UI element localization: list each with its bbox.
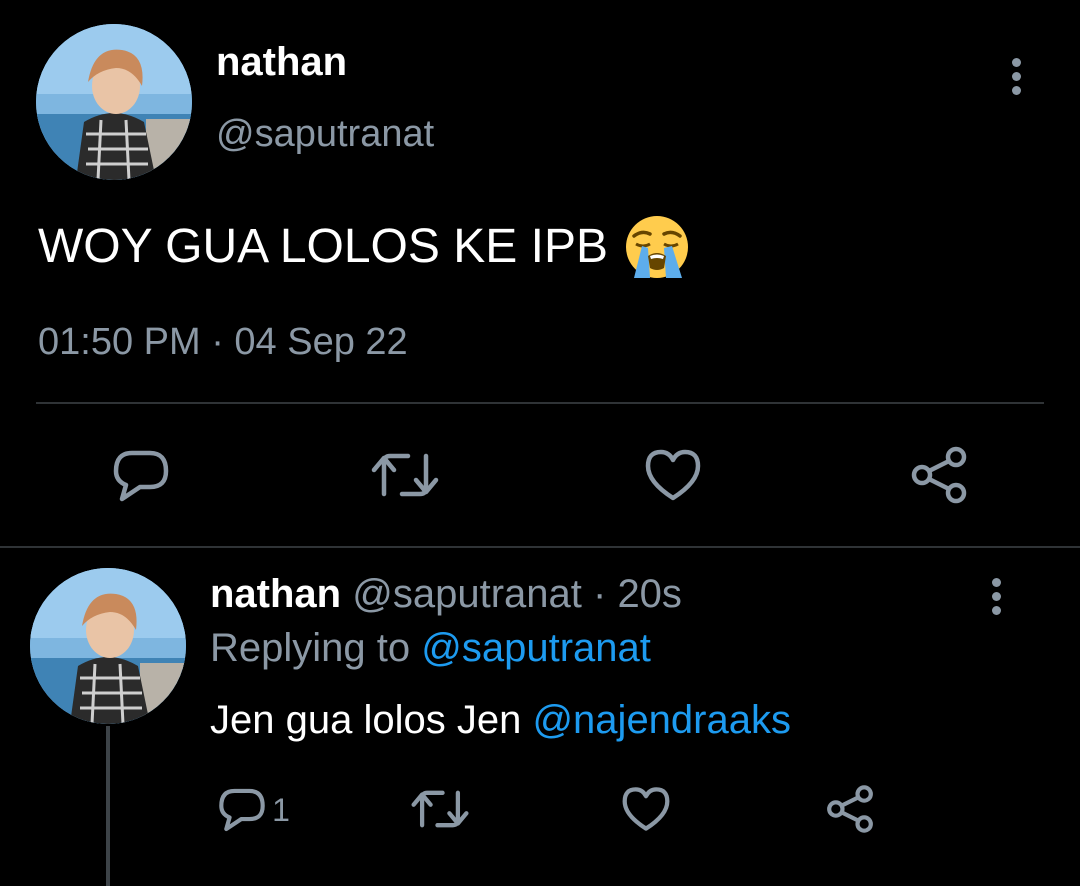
retweet-icon	[371, 453, 439, 497]
main-handle[interactable]: @saputranat	[216, 110, 434, 158]
retweet-icon	[411, 790, 469, 828]
reply-icon	[219, 788, 265, 832]
section-divider	[0, 546, 1080, 548]
replying-to-line: Replying to @saputranat	[210, 622, 651, 674]
share-icon	[827, 785, 873, 833]
reply-button[interactable]: 1	[212, 784, 296, 836]
reply-text-line: Jen gua lolos Jen @najendraaks	[210, 694, 791, 746]
meta-separator: ·	[581, 572, 618, 616]
avatar-photo	[30, 568, 186, 724]
reply-icon	[113, 450, 169, 502]
reply-time[interactable]: 20s	[617, 572, 682, 616]
thread-line	[106, 726, 110, 886]
share-button[interactable]	[822, 782, 878, 836]
more-options-icon[interactable]	[980, 572, 1016, 618]
retweet-button[interactable]	[410, 786, 470, 832]
replying-to-label: Replying to	[210, 626, 411, 670]
reply-text: Jen gua lolos Jen	[210, 698, 522, 742]
share-button[interactable]	[906, 444, 972, 506]
share-icon	[911, 446, 967, 504]
reply-count: 1	[272, 791, 290, 828]
reply-handle[interactable]: @saputranat	[352, 572, 582, 616]
reply-header: nathan @saputranat · 20s	[210, 568, 682, 620]
divider	[36, 402, 1044, 404]
tweet-text: WOY GUA LOLOS KE IPB	[38, 220, 608, 273]
loudly-crying-face-icon	[622, 212, 692, 282]
like-button[interactable]	[642, 446, 704, 504]
like-icon	[645, 449, 701, 501]
like-button[interactable]	[620, 784, 672, 834]
tweet-timestamp[interactable]: 01:50 PM · 04 Sep 22	[38, 318, 408, 366]
mention-link[interactable]: @najendraaks	[532, 698, 791, 742]
reply-button[interactable]	[110, 446, 172, 506]
main-display-name[interactable]: nathan	[216, 38, 347, 86]
tweet-text-container: WOY GUA LOLOS KE IPB	[38, 212, 692, 282]
reply-display-name[interactable]: nathan	[210, 572, 341, 616]
like-icon	[622, 787, 670, 831]
more-options-icon[interactable]	[1000, 52, 1036, 98]
main-avatar[interactable]	[36, 24, 192, 180]
retweet-button[interactable]	[370, 448, 440, 502]
reply-avatar[interactable]	[30, 568, 186, 724]
avatar-photo	[36, 24, 192, 180]
replying-to-handle-link[interactable]: @saputranat	[421, 626, 651, 670]
